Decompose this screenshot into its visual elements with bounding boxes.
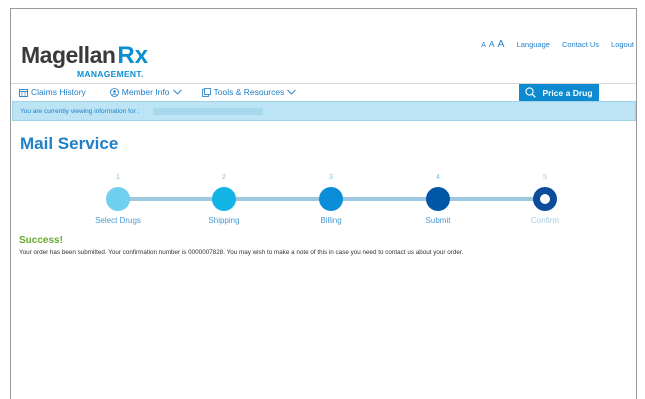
- step-marker: [426, 187, 450, 211]
- page-title: Mail Service: [20, 134, 119, 153]
- chevron-down-icon: [287, 89, 297, 95]
- font-size-controls: A A A: [481, 38, 504, 50]
- nav-tools-resources[interactable]: Tools & Resources: [201, 87, 297, 97]
- tools-icon: [201, 87, 211, 97]
- success-heading: Success!: [19, 235, 63, 246]
- step-shipping: 2 Shipping: [184, 174, 264, 225]
- language-link[interactable]: Language: [517, 40, 550, 49]
- logo-rx-text: Rx: [117, 42, 149, 69]
- logout-link[interactable]: Logout: [611, 40, 634, 49]
- main-nav: Claims History Member Info Tools & Resou…: [11, 83, 636, 102]
- chevron-down-icon: [172, 89, 182, 95]
- step-submit: 4 Submit: [398, 174, 478, 225]
- step-marker: [212, 187, 236, 211]
- contact-us-link[interactable]: Contact Us: [562, 40, 599, 49]
- nav-member-info[interactable]: Member Info: [109, 87, 182, 97]
- step-billing: 3 Billing: [291, 174, 371, 225]
- step-label: Select Drugs: [95, 216, 141, 225]
- step-marker: [106, 187, 130, 211]
- member-icon: [109, 87, 119, 97]
- step-label: Billing: [320, 216, 342, 225]
- step-number: 2: [222, 174, 226, 181]
- checkout-stepper: 1 Select Drugs 2 Shipping 3 Billing 4 Su…: [11, 174, 636, 234]
- banner-text: You are currently viewing information fo…: [20, 108, 140, 115]
- step-confirm: 5 Confirm: [505, 174, 585, 225]
- font-size-small-button[interactable]: A: [481, 42, 486, 49]
- price-a-drug-label: Price a Drug: [542, 88, 593, 98]
- font-size-large-button[interactable]: A: [498, 38, 505, 50]
- step-marker: [319, 187, 343, 211]
- logo-main-text: Magellan: [21, 42, 116, 68]
- font-size-medium-button[interactable]: A: [489, 39, 495, 49]
- logo-sub-text: MANAGEMENT.: [77, 69, 144, 79]
- step-marker-current: [533, 187, 557, 211]
- nav-tools-resources-label: Tools & Resources: [213, 87, 285, 97]
- page-frame: MagellanRx MANAGEMENT. A A A Language Co…: [10, 8, 637, 399]
- search-icon: [525, 86, 537, 100]
- current-step-dot: [540, 194, 550, 204]
- step-label: Shipping: [208, 216, 240, 225]
- step-number: 3: [329, 174, 333, 181]
- calendar-icon: [19, 88, 28, 97]
- magellan-rx-logo[interactable]: MagellanRx MANAGEMENT.: [21, 42, 149, 79]
- redacted-member-name: [153, 108, 263, 115]
- nav-claims-history-label: Claims History: [31, 87, 86, 97]
- price-a-drug-button[interactable]: Price a Drug: [519, 84, 599, 102]
- nav-claims-history[interactable]: Claims History: [19, 87, 86, 97]
- step-number: 4: [436, 174, 440, 181]
- step-label: Confirm: [530, 216, 559, 225]
- header-links: A A A Language Contact Us Logout: [481, 38, 634, 50]
- member-info-banner: You are currently viewing information fo…: [12, 101, 636, 121]
- nav-member-info-label: Member Info: [121, 87, 170, 97]
- step-number: 1: [116, 174, 120, 181]
- step-number: 5: [543, 174, 547, 181]
- confirmation-message: Your order has been submitted. Your conf…: [19, 249, 464, 256]
- step-label: Submit: [425, 216, 451, 225]
- step-select-drugs: 1 Select Drugs: [78, 174, 158, 225]
